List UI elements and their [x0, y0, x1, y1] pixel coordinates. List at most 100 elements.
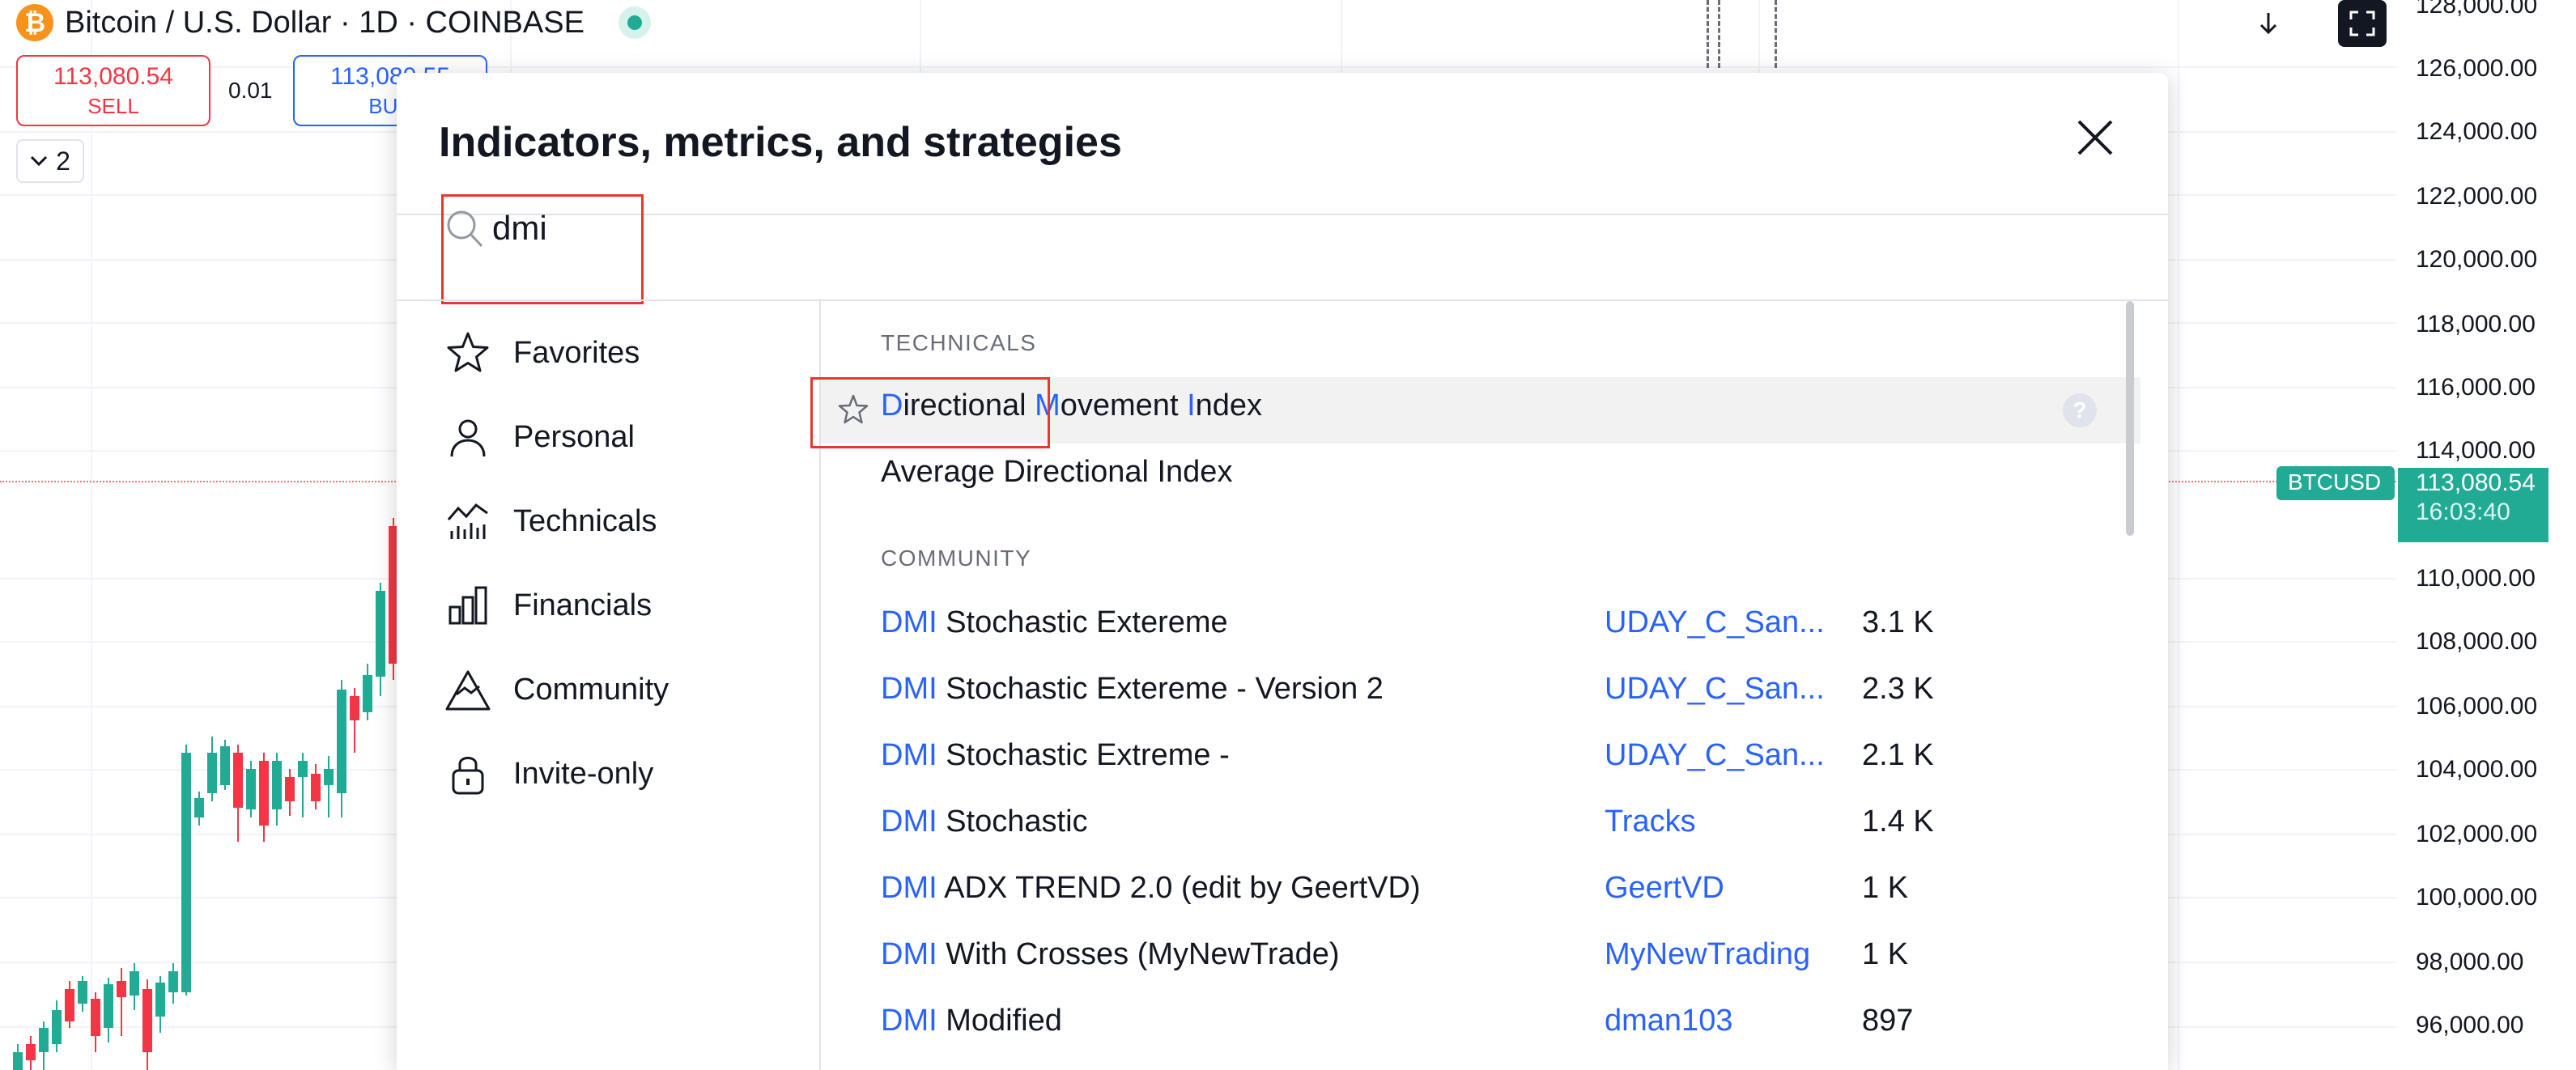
result-author-link[interactable]: UDAY_C_San...	[1605, 605, 1825, 640]
community-mountain-icon	[445, 667, 491, 712]
candle-body	[39, 1028, 49, 1052]
trading-app: ₿ Bitcoin / U.S. Dollar · 1D · COINBASE …	[0, 0, 2576, 1070]
last-price-label: 113,080.54 16:03:40	[2398, 468, 2548, 542]
candle-body	[78, 981, 87, 1004]
price-tick: 122,000.00	[2416, 183, 2538, 210]
bar-countdown: 16:03:40	[2416, 499, 2510, 525]
result-usage-count: 1 K	[1862, 871, 1909, 905]
sell-label: SELL	[87, 94, 139, 118]
symbol-price-label: BTCUSD	[2276, 466, 2395, 500]
result-usage-count: 897	[1862, 1004, 1914, 1038]
sidebar-item-label: Financials	[513, 588, 653, 622]
result-author-link[interactable]: dman103	[1605, 1004, 1732, 1038]
spread-value: 0.01	[228, 78, 273, 103]
collapse-count: 2	[56, 146, 70, 176]
sidebar-item-financials[interactable]: Financials	[445, 581, 652, 630]
candle-body	[104, 984, 113, 1028]
result-name: DMI Stochastic Extereme	[881, 605, 1228, 639]
section-header-technicals: TECHNICALS	[881, 330, 1037, 355]
help-icon[interactable]: ?	[2063, 393, 2097, 427]
price-tick: 116,000.00	[2416, 374, 2536, 401]
price-tick: 106,000.00	[2416, 693, 2538, 720]
candle-body	[350, 696, 359, 720]
result-name: DMI With Crosses (MyNewTrade)	[881, 937, 1340, 971]
scroll-down-button[interactable]	[2244, 0, 2293, 47]
dashed-marker-line	[1775, 0, 1777, 68]
candle-body	[220, 746, 230, 785]
grid-line	[2178, 0, 2179, 1070]
candle-body	[272, 761, 282, 809]
chevron-down-icon	[31, 155, 48, 167]
close-button[interactable]	[2072, 115, 2118, 160]
candle-body	[311, 774, 321, 801]
candle-body	[376, 591, 385, 677]
sidebar-item-label: Technicals	[513, 503, 657, 538]
result-row[interactable]: DMI Modified dman103 897	[821, 992, 2140, 1059]
price-tick: 108,000.00	[2416, 628, 2538, 655]
section-header-community: COMMUNITY	[881, 546, 1032, 571]
sidebar-item-technicals[interactable]: Technicals	[445, 497, 657, 546]
price-tick: 96,000.00	[2416, 1012, 2524, 1038]
result-author-link[interactable]: MyNewTrading	[1605, 937, 1810, 972]
candle-body	[91, 999, 100, 1036]
symbol-title[interactable]: Bitcoin / U.S. Dollar · 1D · COINBASE	[65, 6, 584, 40]
bitcoin-logo-icon: ₿	[16, 4, 53, 41]
price-tick: 128,000.00	[2416, 0, 2538, 19]
results-scrollbar[interactable]	[2126, 301, 2134, 536]
candle-body	[298, 761, 308, 777]
candle-body	[207, 753, 217, 793]
financials-bar-icon	[445, 583, 491, 628]
fullscreen-icon	[2349, 11, 2375, 36]
candle-body	[285, 777, 295, 801]
price-axis[interactable]: 128,000.00 126,000.00 124,000.00 122,000…	[2396, 0, 2576, 1070]
result-name: DMI Stochastic	[881, 805, 1088, 839]
candle-body	[130, 971, 139, 996]
result-name: DMI Stochastic Extreme -	[881, 738, 1230, 772]
price-tick: 104,000.00	[2416, 756, 2538, 783]
market-open-indicator-icon	[618, 6, 651, 39]
result-usage-count: 2.1 K	[1862, 738, 1934, 772]
symbol-header: ₿ Bitcoin / U.S. Dollar · 1D · COINBASE	[0, 0, 651, 45]
arrow-down-icon	[2259, 13, 2277, 35]
sidebar-item-label: Personal	[513, 419, 635, 454]
indicators-dialog: Indicators, metrics, and strategies Favo…	[397, 73, 2168, 1070]
result-row[interactable]: DMI Stochastic Extereme - Version 2 UDAY…	[821, 660, 2140, 727]
sidebar-item-community[interactable]: Community	[445, 665, 669, 714]
result-author-link[interactable]: GeertVD	[1605, 871, 1724, 906]
result-row[interactable]: DMI Stochastic Extereme UDAY_C_San... 3.…	[821, 594, 2140, 660]
dashed-marker-line	[1718, 0, 1720, 68]
result-author-link[interactable]: Tracks	[1605, 805, 1696, 839]
candle-body	[155, 983, 165, 1017]
candle-body	[181, 753, 191, 992]
result-row[interactable]: DMI With Crosses (MyNewTrade) MyNewTradi…	[821, 926, 2140, 992]
candle-body	[363, 675, 372, 712]
candle-body	[142, 989, 152, 1052]
result-author-link[interactable]: UDAY_C_San...	[1605, 672, 1825, 707]
result-name: Average Directional Index	[881, 455, 1233, 489]
result-name: DMI Modified	[881, 1004, 1062, 1038]
result-row[interactable]: DMI Stochastic Tracks 1.4 K	[821, 793, 2140, 860]
price-tick: 114,000.00	[2416, 437, 2536, 464]
price-tick: 110,000.00	[2416, 565, 2536, 592]
result-row-average-directional-index[interactable]: Average Directional Index	[821, 444, 2140, 510]
fullscreen-button[interactable]	[2338, 0, 2387, 47]
result-usage-count: 3.1 K	[1862, 605, 1934, 639]
candle-body	[194, 798, 204, 817]
candle-wick	[328, 756, 329, 817]
result-author-link[interactable]: UDAY_C_San...	[1605, 738, 1825, 773]
sidebar-item-favorites[interactable]: Favorites	[445, 329, 640, 377]
dashed-marker-line	[1707, 0, 1709, 68]
collapse-indicators-button[interactable]: 2	[16, 139, 84, 183]
star-icon	[445, 330, 491, 376]
sidebar-item-invite-only[interactable]: Invite-only	[445, 749, 653, 798]
lock-icon	[445, 751, 491, 796]
result-row[interactable]: DMI Stochastic Extreme - UDAY_C_San... 2…	[821, 727, 2140, 793]
search-highlight-annotation	[441, 194, 644, 304]
candle-body	[117, 981, 126, 997]
sell-button[interactable]: 113,080.54 SELL	[16, 55, 210, 126]
sidebar-item-personal[interactable]: Personal	[445, 413, 635, 461]
price-tick: 124,000.00	[2416, 118, 2538, 145]
result-name: DMI Stochastic Extereme - Version 2	[881, 672, 1384, 706]
candle-body	[26, 1044, 36, 1060]
result-row[interactable]: DMI ADX TREND 2.0 (edit by GeertVD) Geer…	[821, 860, 2140, 926]
